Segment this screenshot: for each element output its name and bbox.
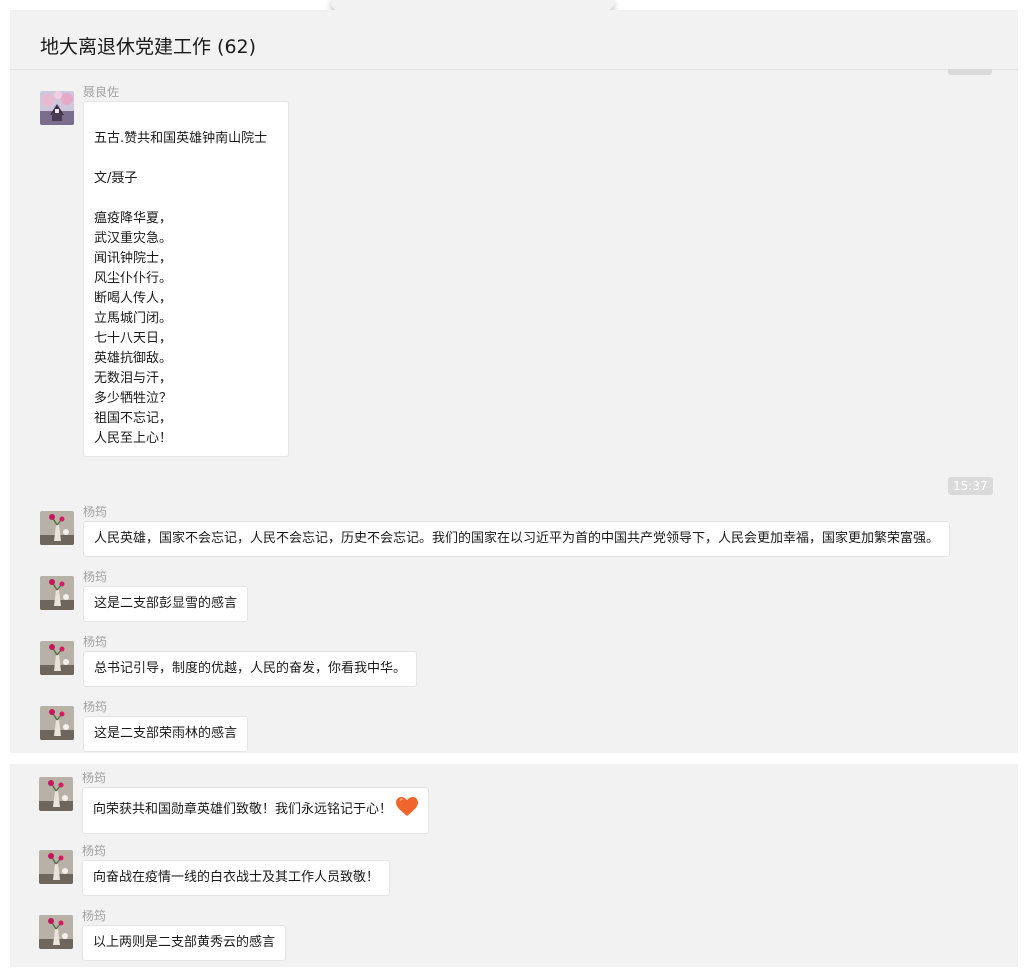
poem-line: 人民至上心！ (94, 431, 173, 446)
poem-line: 祖国不忘记， (94, 411, 173, 426)
flower-vase-avatar[interactable] (40, 706, 74, 740)
poem-line: 多少牺牲泣？ (94, 391, 173, 406)
poem-line: 立馬城门闭。 (94, 311, 173, 326)
cherry-blossom-avatar[interactable] (40, 91, 74, 125)
poem-line: 英雄抗御敌。 (94, 351, 173, 366)
flower-vase-avatar[interactable] (40, 576, 74, 610)
flower-vase-avatar[interactable] (40, 511, 74, 545)
sender-name: 杨筠 (83, 635, 108, 649)
timestamp-partial (948, 69, 992, 75)
message-bubble[interactable]: 以上两则是二支部黄秀云的感言 (82, 925, 287, 961)
flower-vase-avatar[interactable] (39, 777, 73, 811)
poem-line: 断喝人传人， (94, 291, 173, 306)
sender-name: 聂良佐 (83, 85, 120, 99)
message-bubble[interactable]: 五古.赞共和国英雄钟南山院士 文/聂子 瘟疫降华夏， 武汉重灾急。 闻讯钟院士，… (83, 101, 289, 457)
sender-name: 杨筠 (82, 909, 107, 923)
sender-name: 杨筠 (82, 844, 107, 858)
chat-panel-upper[interactable]: 地大离退休党建工作 (62) 聂良佐 五古.赞共和国英雄钟南山院士 文/聂子 瘟… (10, 10, 1018, 753)
poem-line: 武汉重灾急。 (94, 231, 173, 246)
poem-line: 七十八天日， (94, 331, 173, 346)
message-bubble[interactable]: 向奋战在疫情一线的白衣战士及其工作人员致敬！ (82, 860, 391, 896)
flower-vase-avatar[interactable] (39, 850, 73, 884)
poem-line: 瘟疫降华夏， (94, 211, 173, 226)
chat-header: 地大离退休党建工作 (62) (10, 10, 1018, 70)
message-bubble[interactable]: 这是二支部荣雨林的感言 (83, 716, 249, 752)
poem-title: 五古.赞共和国英雄钟南山院士 (94, 131, 268, 146)
poem-line (94, 109, 278, 129)
message-text: 向荣获共和国勋章英雄们致敬！我们永远铭记于心！ (93, 802, 393, 817)
flower-vase-avatar[interactable] (39, 915, 73, 949)
flower-vase-avatar[interactable] (40, 641, 74, 675)
poem-line: 风尘仆仆行。 (94, 271, 173, 286)
timestamp-badge: 15:37 (948, 477, 993, 495)
message-bubble[interactable]: 总书记引导，制度的优越，人民的奋发，你看我中华。 (83, 651, 418, 687)
message-bubble[interactable]: 人民英雄，国家不会忘记，人民不会忘记，历史不会忘记。我们的国家在以习近平为首的中… (83, 521, 951, 557)
chat-panel-lower[interactable]: 杨筠 向荣获共和国勋章英雄们致敬！我们永远铭记于心！ 杨筠 向奋战在疫情一线的白… (10, 764, 1018, 967)
poem-line (94, 149, 278, 169)
sender-name: 杨筠 (83, 700, 108, 714)
heart-icon (396, 797, 419, 824)
poem-author: 文/聂子 (94, 171, 138, 186)
chat-title: 地大离退休党建工作 (62) (40, 36, 257, 58)
poem-line: 闻讯钟院士， (94, 251, 173, 266)
message-bubble[interactable]: 向荣获共和国勋章英雄们致敬！我们永远铭记于心！ (82, 787, 430, 834)
poem-line (94, 189, 278, 209)
poem-line: 无数泪与汗， (94, 371, 173, 386)
sender-name: 杨筠 (82, 771, 107, 785)
sender-name: 杨筠 (83, 570, 108, 584)
message-bubble[interactable]: 这是二支部彭显雪的感言 (83, 586, 249, 622)
sender-name: 杨筠 (83, 505, 108, 519)
